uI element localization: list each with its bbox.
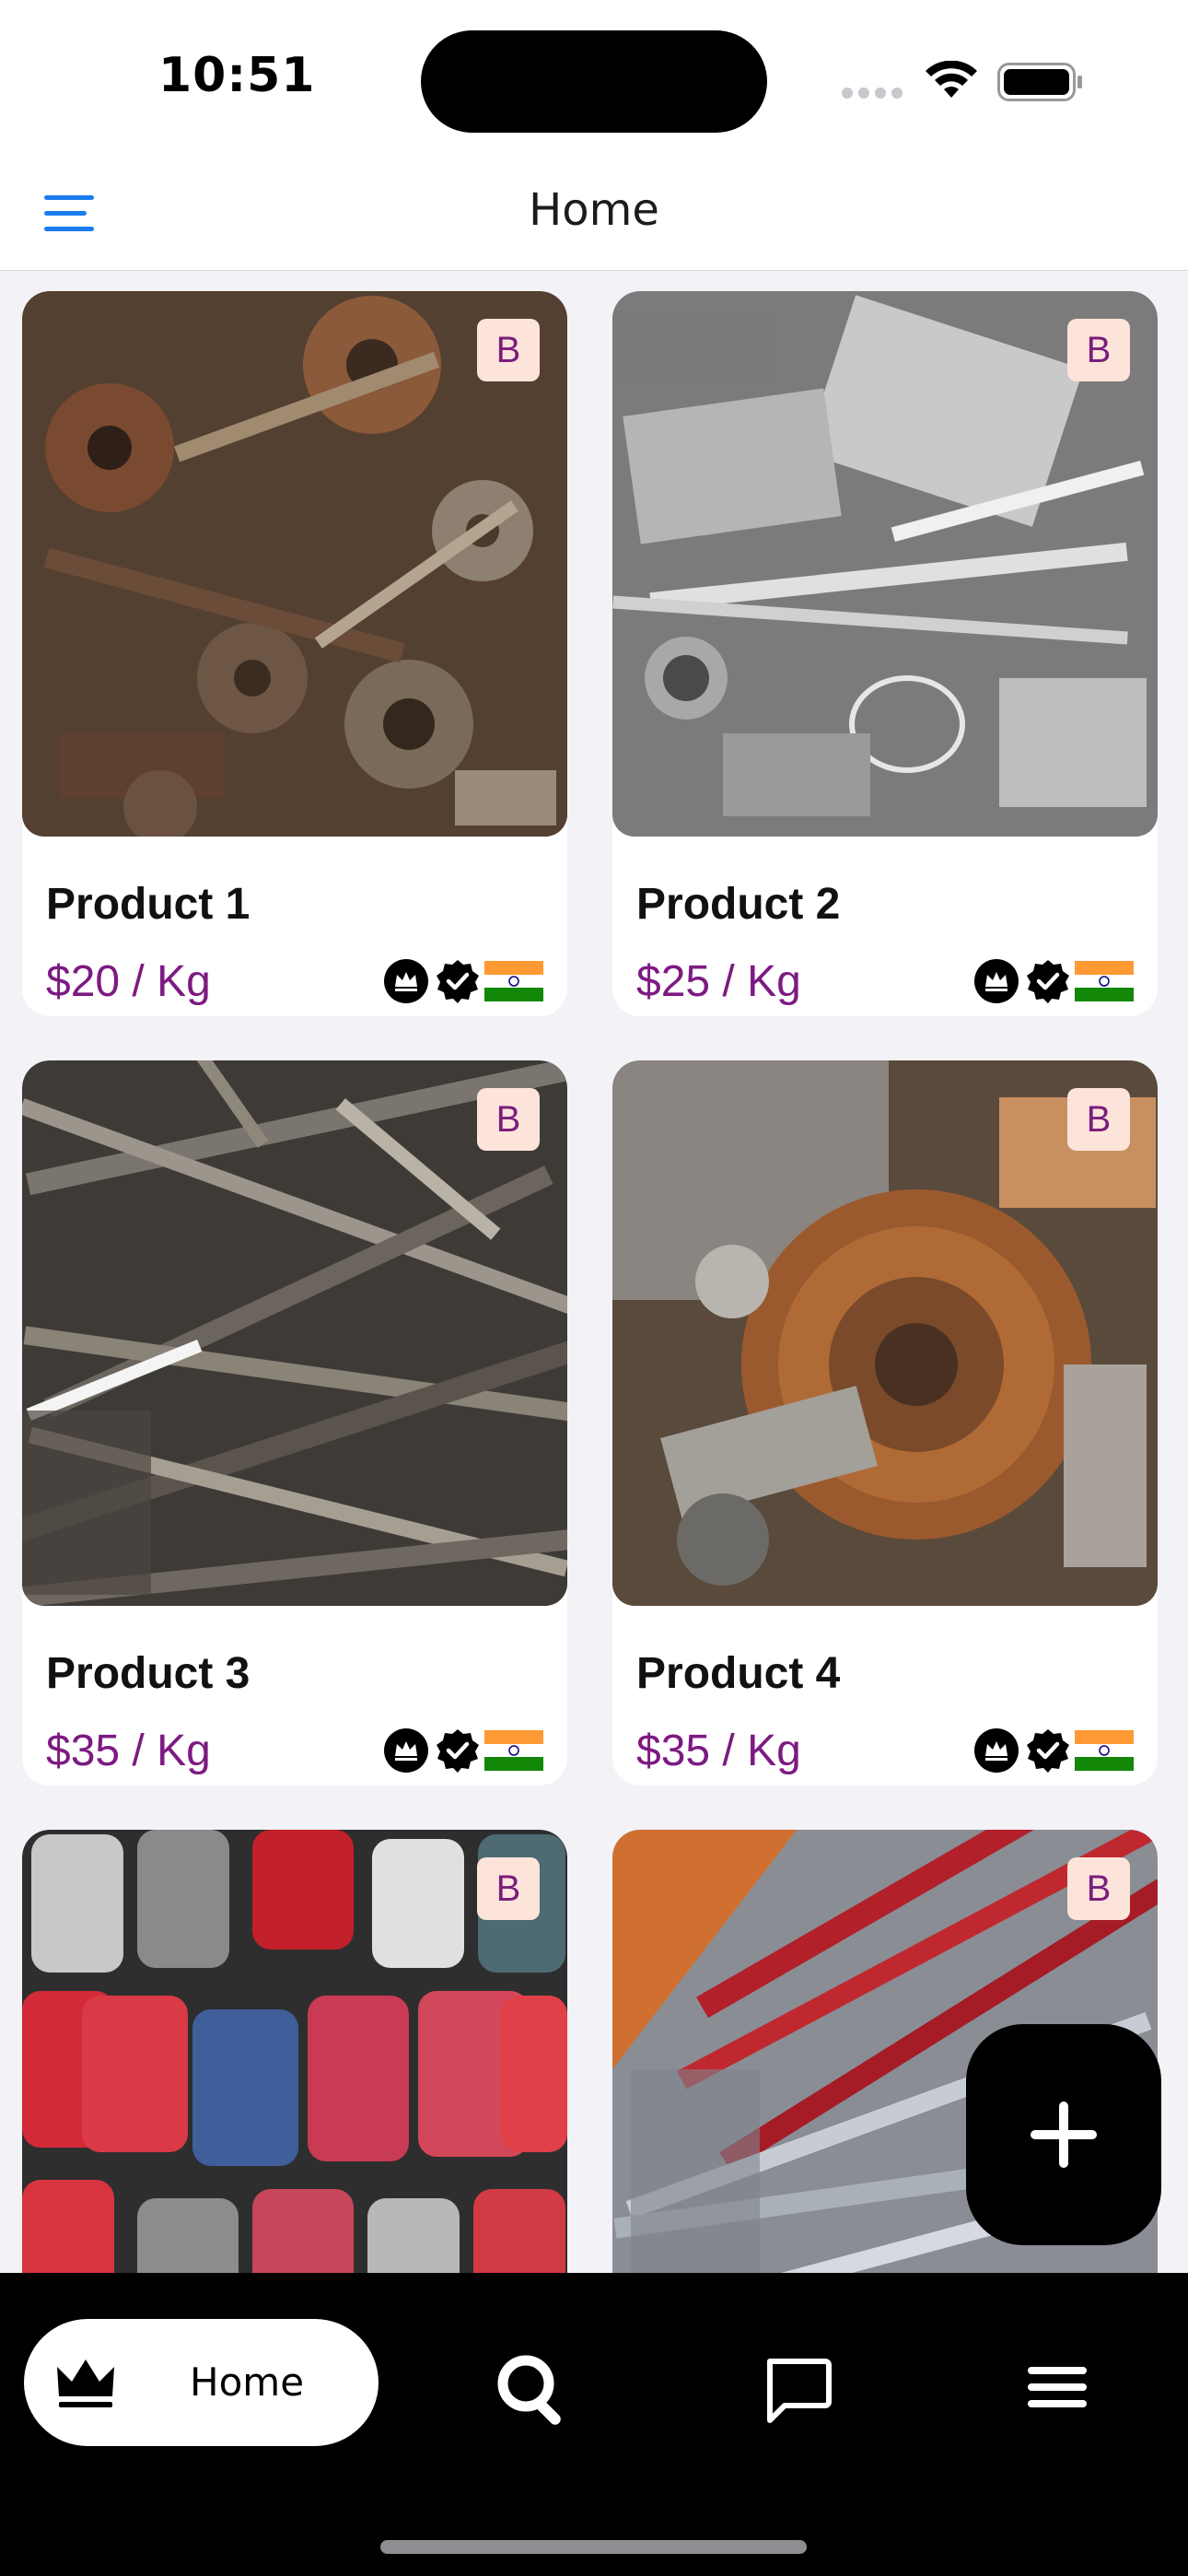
nav-header: Home (0, 157, 1188, 271)
tab-home[interactable]: Home (24, 2319, 379, 2446)
india-flag-icon (484, 1730, 543, 1771)
verified-icon (1027, 960, 1069, 1003)
badge-b: B (477, 1857, 540, 1920)
status-bar: 10:51 (0, 0, 1188, 157)
status-time: 10:51 (158, 48, 316, 103)
product-image: B (612, 291, 1158, 837)
wifi-icon (926, 61, 977, 98)
crown-badge-icon (384, 1728, 428, 1773)
badge-b: B (1067, 1857, 1130, 1920)
badge-b: B (477, 1088, 540, 1151)
card-icons (973, 958, 1136, 1004)
product-price: $25 / Kg (636, 957, 801, 1006)
product-price: $35 / Kg (636, 1727, 801, 1775)
verified-icon (437, 960, 479, 1003)
menu-icon[interactable] (1028, 2365, 1087, 2409)
dynamic-island (421, 30, 767, 133)
crown-badge-icon (384, 959, 428, 1003)
page-title: Home (529, 184, 659, 236)
india-flag-icon (1075, 1730, 1134, 1771)
product-image: B (22, 291, 567, 837)
badge-b: B (1067, 319, 1130, 381)
product-image: B (22, 1060, 567, 1606)
tab-bar: Home (0, 2273, 1188, 2576)
verified-icon (437, 1729, 479, 1773)
product-image: B (612, 1060, 1158, 1606)
product-card[interactable]: B (22, 1830, 567, 2273)
badge-b: B (1067, 1088, 1130, 1151)
product-image: B (22, 1830, 567, 2273)
chat-icon[interactable] (761, 2352, 834, 2426)
card-icons (383, 1727, 545, 1774)
product-name: Product 2 (636, 880, 841, 929)
verified-icon (1027, 1729, 1069, 1773)
search-icon[interactable] (495, 2352, 572, 2430)
cellular-signal-icon (842, 88, 903, 99)
product-name: Product 1 (46, 880, 250, 929)
product-card[interactable]: B Product 4 $35 / Kg (612, 1060, 1158, 1786)
card-icons (383, 958, 545, 1004)
plus-icon (1031, 2102, 1097, 2168)
product-price: $35 / Kg (46, 1727, 211, 1775)
add-product-button[interactable] (966, 2024, 1161, 2245)
home-indicator (380, 2540, 807, 2554)
product-card[interactable]: B Product 3 $35 / Kg (22, 1060, 567, 1786)
product-card[interactable]: B Product 1 $20 / Kg (22, 291, 567, 1016)
crown-badge-icon (974, 959, 1019, 1003)
product-card[interactable]: B Product 2 $25 / Kg (612, 291, 1158, 1016)
crown-badge-icon (974, 1728, 1019, 1773)
product-grid: B Product 1 $20 / Kg B Product 2 $25 / K… (0, 272, 1188, 2273)
product-name: Product 3 (46, 1649, 250, 1698)
india-flag-icon (484, 961, 543, 1001)
crown-icon (57, 2359, 114, 2407)
product-price: $20 / Kg (46, 957, 211, 1006)
battery-icon (997, 63, 1082, 101)
product-name: Product 4 (636, 1649, 841, 1698)
card-icons (973, 1727, 1136, 1774)
tab-home-label: Home (190, 2359, 305, 2405)
india-flag-icon (1075, 961, 1134, 1001)
badge-b: B (477, 319, 540, 381)
